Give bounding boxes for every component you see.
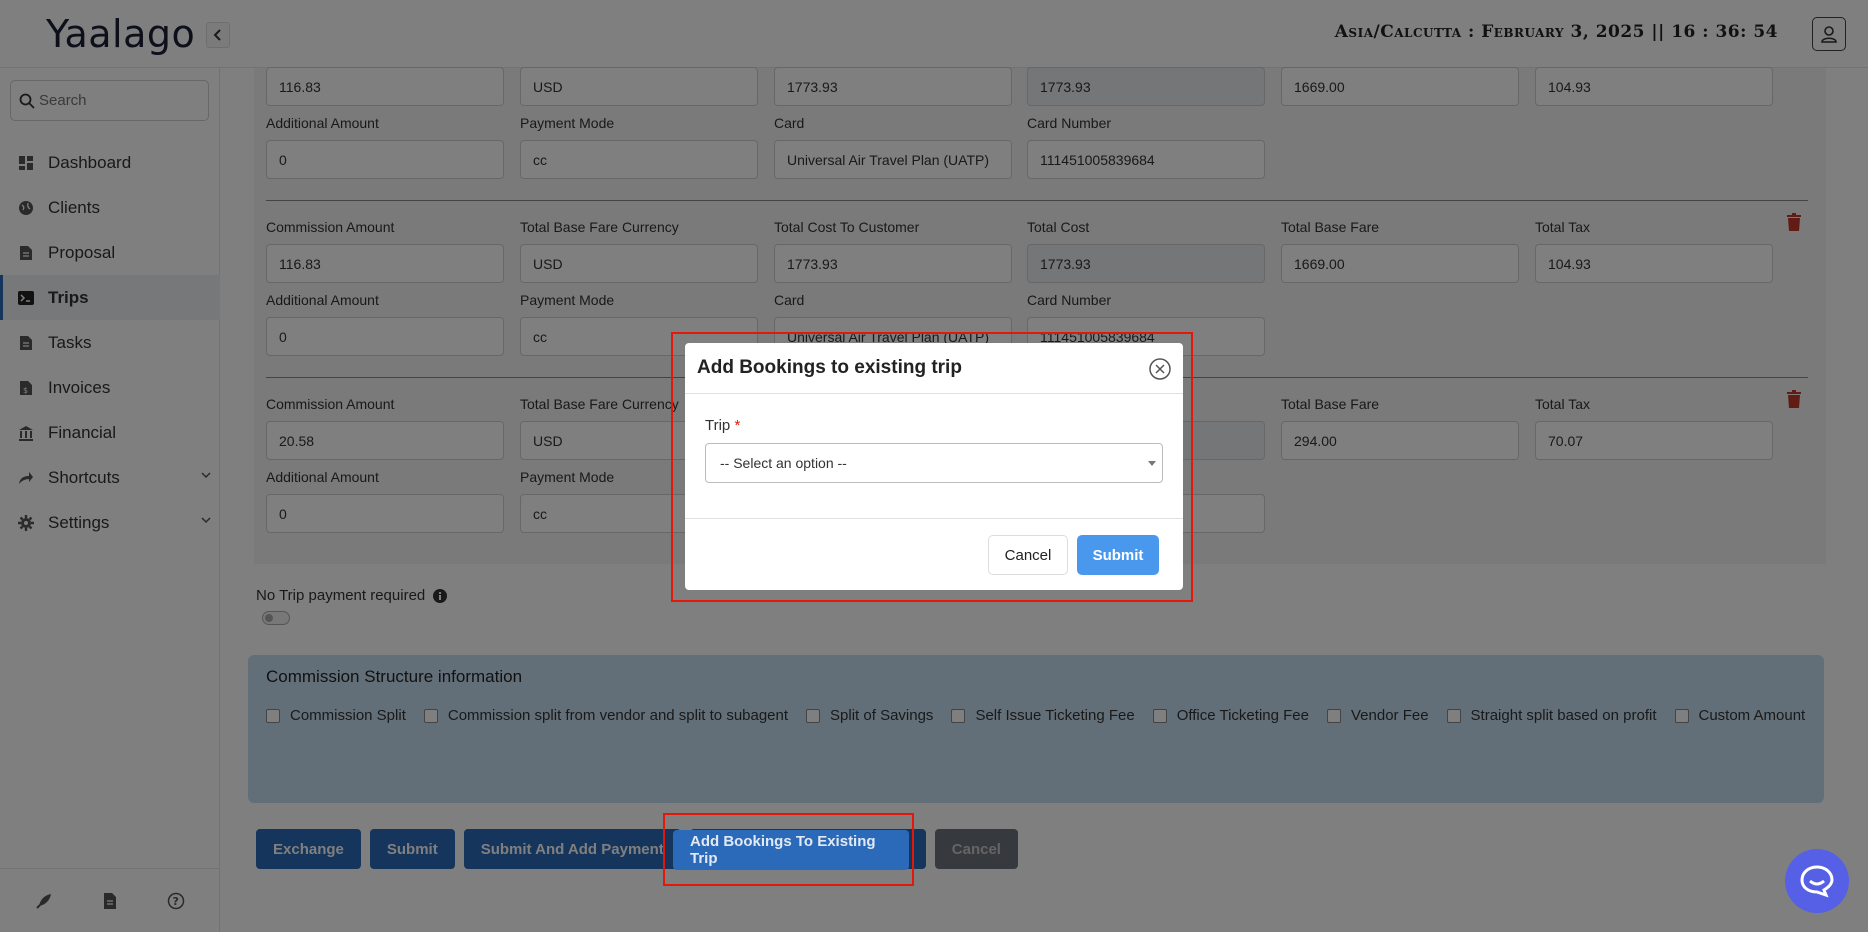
add-bookings-modal: Add Bookings to existing trip Trip * -- … [685,343,1183,590]
trip-label-text: Trip [705,417,731,434]
trip-select[interactable]: -- Select an option -- [705,443,1163,483]
modal-footer: Cancel Submit [685,518,1183,590]
modal-header: Add Bookings to existing trip [685,343,1183,394]
modal-submit-button[interactable]: Submit [1077,535,1159,575]
trip-field-label: Trip * [705,417,740,434]
chat-icon [1800,865,1834,898]
chat-support-button[interactable] [1785,849,1849,913]
caret-down-icon [1148,461,1156,466]
close-icon[interactable] [1149,358,1171,380]
modal-title: Add Bookings to existing trip [697,357,962,378]
trip-select-value: -- Select an option -- [720,455,847,471]
modal-cancel-button[interactable]: Cancel [988,535,1068,575]
highlight-frame [663,813,914,886]
required-marker: * [734,417,741,434]
